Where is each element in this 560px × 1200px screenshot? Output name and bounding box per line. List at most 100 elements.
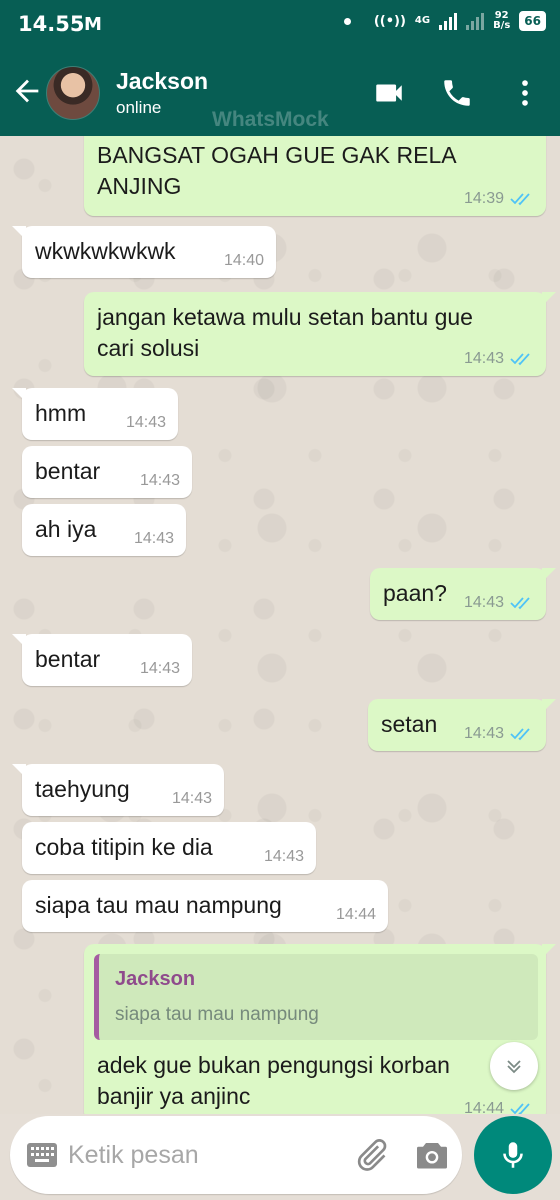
attach-icon[interactable] <box>352 1136 390 1174</box>
message-composer <box>10 1116 462 1194</box>
message-text: bentar <box>35 646 101 672</box>
keyboard-icon[interactable] <box>26 1142 58 1168</box>
scroll-down-icon <box>507 1060 521 1074</box>
avatar[interactable] <box>46 66 100 120</box>
message-time: 14:40 <box>223 252 264 269</box>
message-text: setan <box>381 711 438 737</box>
read-receipt-icon <box>510 597 530 610</box>
signal-icon <box>466 12 485 30</box>
message-bubble-incoming[interactable]: bentar 14:43 <box>22 446 192 498</box>
message-text: hmm <box>35 400 87 426</box>
message-time: 14:43 <box>139 472 180 489</box>
battery-icon: 66 <box>519 11 546 31</box>
message-bubble-incoming[interactable]: ah iya 14:43 <box>22 504 186 556</box>
message-list[interactable]: BANGSAT OGAH GUE GAK RELA ANJING 14:39 w… <box>0 136 560 1114</box>
message-meta: 14:44 <box>464 1100 534 1114</box>
watermark: WhatsMock <box>212 108 329 131</box>
chat-header: Jackson online WhatsMock <box>0 50 560 136</box>
message-bubble-outgoing[interactable]: setan 14:43 <box>368 699 556 751</box>
message-bubble-outgoing[interactable]: Jackson siapa tau mau nampung adek gue b… <box>84 944 556 1114</box>
signal-icon <box>439 12 458 30</box>
message-time: 14:43 <box>463 350 504 367</box>
message-bubble-incoming[interactable]: wkwkwkwkwk 14:40 <box>12 226 276 278</box>
message-line: banjir ya anjinc <box>97 1083 251 1109</box>
message-meta: 14:43 <box>464 350 534 368</box>
bubble-tail <box>542 568 556 582</box>
mail-icon: M <box>84 14 102 35</box>
bubble-tail <box>12 634 26 648</box>
more-options-icon[interactable] <box>508 76 542 110</box>
bubble-tail <box>542 292 556 306</box>
message-time: 14:44 <box>463 1100 504 1114</box>
status-bar: 14.55 M ((•)) 4G 92 B/s 66 <box>0 0 560 50</box>
message-text: taehyung <box>35 776 130 802</box>
message-meta: 14:43 <box>126 414 166 432</box>
message-time: 14:39 <box>463 190 504 207</box>
read-receipt-icon <box>510 353 530 366</box>
message-text: adek gue bukan pengungsi korban banjir y… <box>97 1050 450 1112</box>
message-bubble-outgoing[interactable]: paan? 14:43 <box>370 568 556 620</box>
message-bubble-outgoing[interactable]: jangan ketawa mulu setan bantu gue cari … <box>84 292 556 376</box>
read-receipt-icon <box>510 728 530 741</box>
message-meta: 14:40 <box>224 252 264 270</box>
message-meta: 14:43 <box>140 472 180 490</box>
bubble-tail <box>12 226 26 240</box>
read-receipt-icon <box>510 1103 530 1114</box>
network-type: 4G <box>414 15 431 26</box>
quoted-message[interactable]: Jackson siapa tau mau nampung <box>94 954 538 1040</box>
message-text: paan? <box>383 580 447 606</box>
message-meta: 14:43 <box>464 594 534 612</box>
message-text: siapa tau mau nampung <box>35 892 282 918</box>
message-time: 14:43 <box>463 725 504 742</box>
contact-name[interactable]: Jackson <box>116 68 208 95</box>
message-time: 14:43 <box>139 660 180 677</box>
voice-call-icon[interactable] <box>440 76 474 110</box>
message-bubble-incoming[interactable]: coba titipin ke dia 14:43 <box>22 822 316 874</box>
message-input[interactable] <box>68 1134 328 1176</box>
notification-dot-icon <box>343 17 351 25</box>
quoted-author: Jackson <box>115 968 196 990</box>
voice-message-button[interactable] <box>474 1116 552 1194</box>
scroll-down-button[interactable] <box>490 1042 538 1090</box>
message-time: 14:43 <box>125 414 166 431</box>
message-time: 14:43 <box>263 848 304 865</box>
message-meta: 14:44 <box>336 906 376 924</box>
message-bubble-incoming[interactable]: bentar 14:43 <box>12 634 192 686</box>
status-indicators: ((•)) 4G 92 B/s 66 <box>343 11 546 31</box>
hotspot-icon: ((•)) <box>373 13 406 29</box>
message-time: 14:43 <box>171 790 212 807</box>
bubble-tail <box>12 764 26 778</box>
message-bubble-incoming[interactable]: hmm 14:43 <box>12 388 178 440</box>
back-arrow-icon[interactable] <box>10 74 44 108</box>
message-line: adek gue bukan pengungsi korban <box>97 1052 450 1078</box>
message-meta: 14:43 <box>264 848 304 866</box>
message-time: 14:43 <box>133 530 174 547</box>
bubble-tail <box>542 944 556 958</box>
message-bubble-incoming[interactable]: taehyung 14:43 <box>12 764 224 816</box>
message-meta: 14:43 <box>464 725 534 743</box>
message-line: cari solusi <box>97 335 200 361</box>
quoted-text: siapa tau mau nampung <box>115 1004 319 1025</box>
message-text: coba titipin ke dia <box>35 834 213 860</box>
message-bubble-outgoing[interactable]: BANGSAT OGAH GUE GAK RELA ANJING 14:39 <box>84 136 546 216</box>
bubble-tail <box>542 699 556 713</box>
status-time: 14.55 <box>18 12 85 36</box>
message-bubble-incoming[interactable]: siapa tau mau nampung 14:44 <box>22 880 388 932</box>
data-rate-unit: B/s <box>493 20 511 31</box>
camera-icon[interactable] <box>414 1138 450 1172</box>
contact-status: online <box>116 98 162 117</box>
message-meta: 14:43 <box>172 790 212 808</box>
mic-icon <box>503 1142 523 1168</box>
data-rate: 92 B/s <box>493 11 510 31</box>
message-text: bentar <box>35 458 101 484</box>
message-line: jangan ketawa mulu setan bantu gue <box>97 304 473 330</box>
message-meta: 14:43 <box>134 530 174 548</box>
message-line: BANGSAT OGAH GUE GAK RELA <box>97 142 457 168</box>
message-line: ANJING <box>97 173 182 199</box>
video-call-icon[interactable] <box>372 76 406 110</box>
message-text: BANGSAT OGAH GUE GAK RELA ANJING <box>97 140 457 202</box>
message-text: ah iya <box>35 516 97 542</box>
message-time: 14:44 <box>335 906 376 923</box>
message-time: 14:43 <box>463 594 504 611</box>
message-meta: 14:43 <box>140 660 180 678</box>
